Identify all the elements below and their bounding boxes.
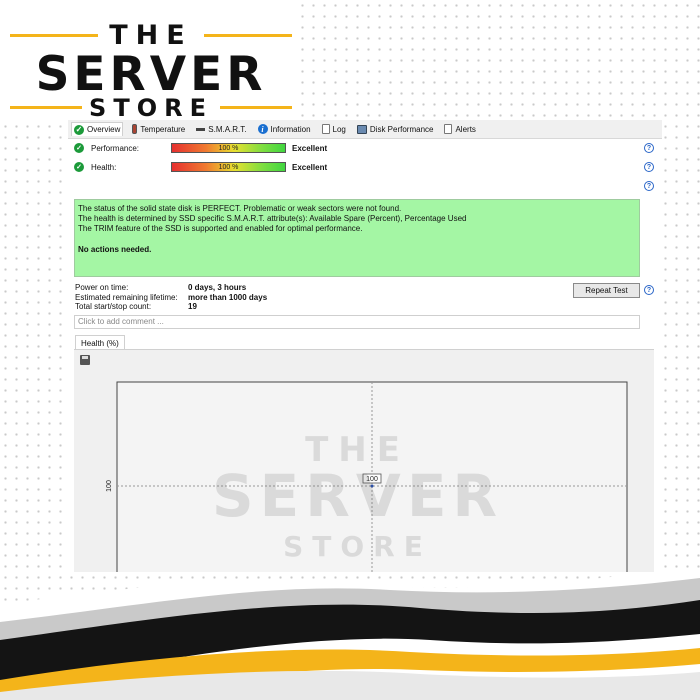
- help-icon[interactable]: ?: [644, 162, 654, 172]
- tab-information[interactable]: i Information: [256, 122, 313, 136]
- power-on-value: 0 days, 3 hours: [188, 283, 247, 292]
- info-icon: i: [257, 124, 268, 134]
- status-action: No actions needed.: [78, 245, 152, 254]
- tab-label: Disk Performance: [369, 124, 434, 134]
- decorative-swoosh: [0, 568, 700, 700]
- status-line: The status of the solid state disk is PE…: [78, 204, 402, 213]
- performance-row: ✓ Performance: 100 % Excellent: [74, 143, 327, 153]
- tab-log[interactable]: Log: [320, 122, 348, 136]
- start-stop-value: 19: [188, 302, 197, 311]
- repeat-test-button[interactable]: Repeat Test: [573, 283, 640, 298]
- tab-label: S.M.A.R.T.: [208, 124, 247, 134]
- tab-bar: ✓ Overview Temperature S.M.A.R.T. i Info…: [68, 120, 662, 138]
- data-label: 100: [366, 476, 378, 483]
- health-chart: 100 100: [106, 381, 628, 572]
- tab-disk-performance[interactable]: Disk Performance: [355, 122, 436, 136]
- disk-performance-icon: [356, 124, 367, 134]
- data-point: [370, 484, 374, 488]
- tab-temperature[interactable]: Temperature: [130, 122, 187, 136]
- comment-input[interactable]: Click to add comment ...: [74, 315, 640, 329]
- tab-overview[interactable]: ✓ Overview: [71, 122, 124, 136]
- y-tick-label: 100: [106, 480, 113, 492]
- help-icon[interactable]: ?: [644, 181, 654, 191]
- overview-panel: ✓ Performance: 100 % Excellent ? ✓ Healt…: [68, 138, 662, 572]
- health-value: 100 %: [218, 163, 239, 171]
- performance-rating: Excellent: [292, 143, 328, 153]
- disk-health-window: ✓ Overview Temperature S.M.A.R.T. i Info…: [68, 120, 662, 572]
- tab-label: Temperature: [140, 124, 186, 134]
- lifetime-value: more than 1000 days: [188, 292, 268, 302]
- status-message-box: The status of the solid state disk is PE…: [74, 199, 640, 277]
- tab-label: Overview: [87, 125, 121, 134]
- health-rating: Excellent: [292, 162, 328, 172]
- tab-label: Log: [332, 124, 346, 134]
- help-icon[interactable]: ?: [644, 143, 654, 153]
- smart-icon: [196, 127, 206, 131]
- brand-logo: THE SERVER STORE: [10, 18, 292, 122]
- tab-alerts[interactable]: Alerts: [442, 122, 477, 136]
- performance-value: 100 %: [218, 144, 239, 152]
- check-icon: ✓: [74, 162, 84, 172]
- status-line: The health is determined by SSD specific…: [78, 214, 467, 223]
- power-on-label: Power on time:: [75, 283, 129, 292]
- health-row: ✓ Health: 100 % Excellent: [74, 162, 327, 172]
- start-stop-label: Total start/stop count:: [75, 302, 152, 311]
- performance-bar: 100 %: [171, 143, 286, 153]
- log-icon: [321, 124, 330, 134]
- health-label: Health:: [91, 162, 117, 172]
- help-icon[interactable]: ?: [644, 285, 654, 295]
- drive-info: Power on time: 0 days, 3 hours Estimated…: [75, 283, 267, 312]
- tab-health-chart[interactable]: Health (%): [75, 335, 125, 350]
- chart-tab-label: Health (%): [81, 338, 119, 348]
- lifetime-label: Estimated remaining lifetime:: [75, 292, 178, 302]
- chart-panel: 100 100: [74, 349, 654, 572]
- logo-server-text: SERVER: [35, 47, 267, 102]
- tab-label: Alerts: [455, 124, 476, 134]
- check-icon: ✓: [74, 143, 84, 153]
- alerts-icon: [444, 124, 453, 134]
- tab-smart[interactable]: S.M.A.R.T.: [194, 122, 248, 136]
- health-bar: 100 %: [171, 162, 286, 172]
- status-line: The TRIM feature of the SSD is supported…: [78, 224, 363, 233]
- performance-label: Performance:: [91, 143, 140, 153]
- check-icon: ✓: [74, 124, 84, 135]
- thermometer-icon: [132, 124, 138, 134]
- tab-label: Information: [270, 124, 311, 134]
- logo-store-text: STORE: [89, 94, 213, 122]
